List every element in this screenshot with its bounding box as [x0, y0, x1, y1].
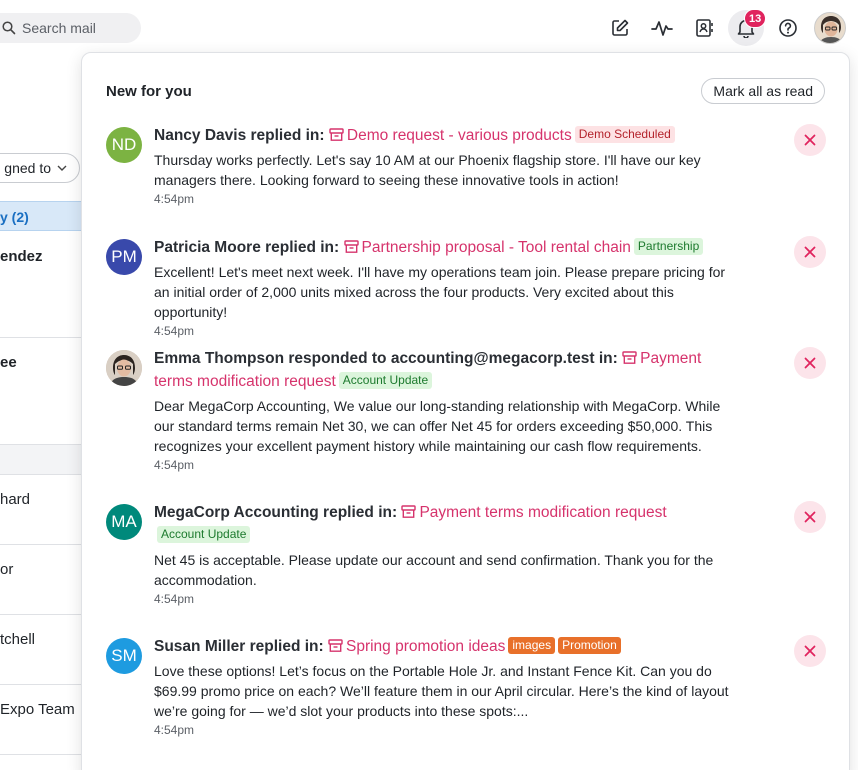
- panel-title: New for you: [106, 83, 192, 100]
- list-item[interactable]: or: [0, 561, 13, 578]
- profile-photo-icon: [106, 350, 142, 386]
- timestamp: 4:54pm: [154, 592, 195, 606]
- notification-body: MegaCorp Accounting replied in: Payment …: [154, 501, 739, 606]
- avatar: [106, 350, 142, 386]
- notification-count-badge: 13: [744, 9, 767, 28]
- label-tag: Partnership: [633, 238, 704, 255]
- close-icon: [804, 645, 816, 657]
- top-toolbar: 13: [602, 9, 848, 46]
- message-preview: Dear MegaCorp Accounting, We value our l…: [154, 398, 721, 454]
- list-section-header[interactable]: y (2): [0, 201, 82, 231]
- thread-subject-link[interactable]: Partnership proposal - Tool rental chain: [362, 239, 631, 256]
- list-item[interactable]: ee: [0, 354, 17, 371]
- notification-body: Susan Miller replied in: Spring promotio…: [154, 635, 739, 737]
- notification-heading: Nancy Davis replied in: Demo request - v…: [154, 124, 739, 147]
- background-email-list: gned to y (2) endez ee hard or tchell Ex…: [0, 52, 82, 770]
- divider: [0, 614, 82, 615]
- message-preview: Excellent! Let's meet next week. I'll ha…: [154, 264, 726, 320]
- search-input[interactable]: Search mail: [22, 20, 96, 36]
- archive-icon: [401, 505, 417, 518]
- label-tag: Account Update: [157, 526, 251, 543]
- assigned-filter-label: gned to: [4, 160, 51, 176]
- archive-icon: [343, 240, 359, 253]
- timestamp: 4:54pm: [154, 723, 195, 737]
- avatar: PM: [106, 239, 142, 275]
- avatar: SM: [106, 638, 142, 674]
- archive-icon: [329, 128, 344, 141]
- avatar: [814, 12, 846, 44]
- thread-subject-link[interactable]: Payment terms modification request: [419, 504, 666, 521]
- chevron-down-icon: [57, 165, 67, 171]
- divider: [0, 337, 82, 338]
- avatar: ND: [106, 127, 142, 163]
- list-item[interactable]: Expo Team: [0, 701, 75, 718]
- dismiss-button[interactable]: [794, 347, 826, 379]
- help-button[interactable]: [770, 10, 806, 46]
- notification-heading: Susan Miller replied in: Spring promotio…: [154, 635, 739, 658]
- list-group-separator: [0, 444, 82, 475]
- notifications-panel: New for you Mark all as read ND Nancy Dav…: [81, 52, 850, 770]
- dismiss-button[interactable]: [794, 501, 826, 533]
- timestamp: 4:54pm: [154, 324, 195, 338]
- mark-all-read-button[interactable]: Mark all as read: [701, 78, 825, 104]
- dismiss-button[interactable]: [794, 236, 826, 268]
- label-tag: Account Update: [338, 372, 433, 389]
- close-icon: [804, 511, 816, 523]
- compose-button[interactable]: [602, 10, 638, 46]
- archive-icon: [622, 351, 637, 364]
- contacts-icon: [696, 19, 713, 37]
- close-icon: [804, 246, 816, 258]
- message-preview: Net 45 is acceptable. Please update our …: [154, 552, 714, 588]
- list-item[interactable]: endez: [0, 248, 43, 265]
- profile-button[interactable]: [812, 10, 848, 46]
- avatar: MA: [106, 504, 142, 540]
- close-icon: [804, 134, 816, 146]
- sender-line: Emma Thompson responded to accounting@me…: [154, 350, 623, 367]
- divider: [0, 544, 82, 545]
- search-bar[interactable]: Search mail: [0, 13, 141, 43]
- notification-body: Patricia Moore replied in: Partnership p…: [154, 236, 739, 338]
- divider: [0, 754, 82, 755]
- sender-line: Susan Miller replied in:: [154, 638, 328, 655]
- timestamp: 4:54pm: [154, 192, 195, 206]
- divider: [0, 684, 82, 685]
- thread-subject-link[interactable]: Demo request - various products: [347, 127, 572, 144]
- notifications-button[interactable]: 13: [728, 9, 767, 46]
- notification-heading: Patricia Moore replied in: Partnership p…: [154, 236, 739, 259]
- archive-icon: [328, 639, 343, 652]
- activity-button[interactable]: [644, 10, 680, 46]
- dismiss-button[interactable]: [794, 124, 826, 156]
- search-icon: [2, 21, 16, 35]
- compose-icon: [612, 19, 629, 36]
- profile-photo-icon: [815, 13, 845, 43]
- list-item[interactable]: tchell: [0, 631, 35, 648]
- activity-icon: [651, 21, 673, 36]
- sender-line: MegaCorp Accounting replied in:: [154, 504, 402, 521]
- label-tag: images: [508, 637, 556, 654]
- notification-body: Nancy Davis replied in: Demo request - v…: [154, 124, 739, 206]
- section-label: y (2): [0, 209, 29, 225]
- message-preview: Love these options! Let’s focus on the P…: [154, 663, 729, 719]
- timestamp: 4:54pm: [154, 458, 195, 472]
- notification-heading: Emma Thompson responded to accounting@me…: [154, 347, 739, 393]
- sender-line: Nancy Davis replied in:: [154, 127, 329, 144]
- notification-body: Emma Thompson responded to accounting@me…: [154, 347, 739, 472]
- assigned-filter-dropdown[interactable]: gned to: [0, 153, 80, 183]
- thread-subject-link[interactable]: Spring promotion ideas: [346, 638, 505, 655]
- help-icon: [779, 19, 797, 37]
- notification-heading: MegaCorp Accounting replied in: Payment …: [154, 501, 739, 547]
- list-item[interactable]: hard: [0, 491, 30, 508]
- message-preview: Thursday works perfectly. Let's say 10 A…: [154, 152, 701, 188]
- dismiss-button[interactable]: [794, 635, 826, 667]
- label-tag: Demo Scheduled: [574, 126, 675, 143]
- sender-line: Patricia Moore replied in:: [154, 239, 344, 256]
- label-tag: Promotion: [558, 637, 621, 654]
- close-icon: [804, 357, 816, 369]
- contacts-button[interactable]: [686, 10, 722, 46]
